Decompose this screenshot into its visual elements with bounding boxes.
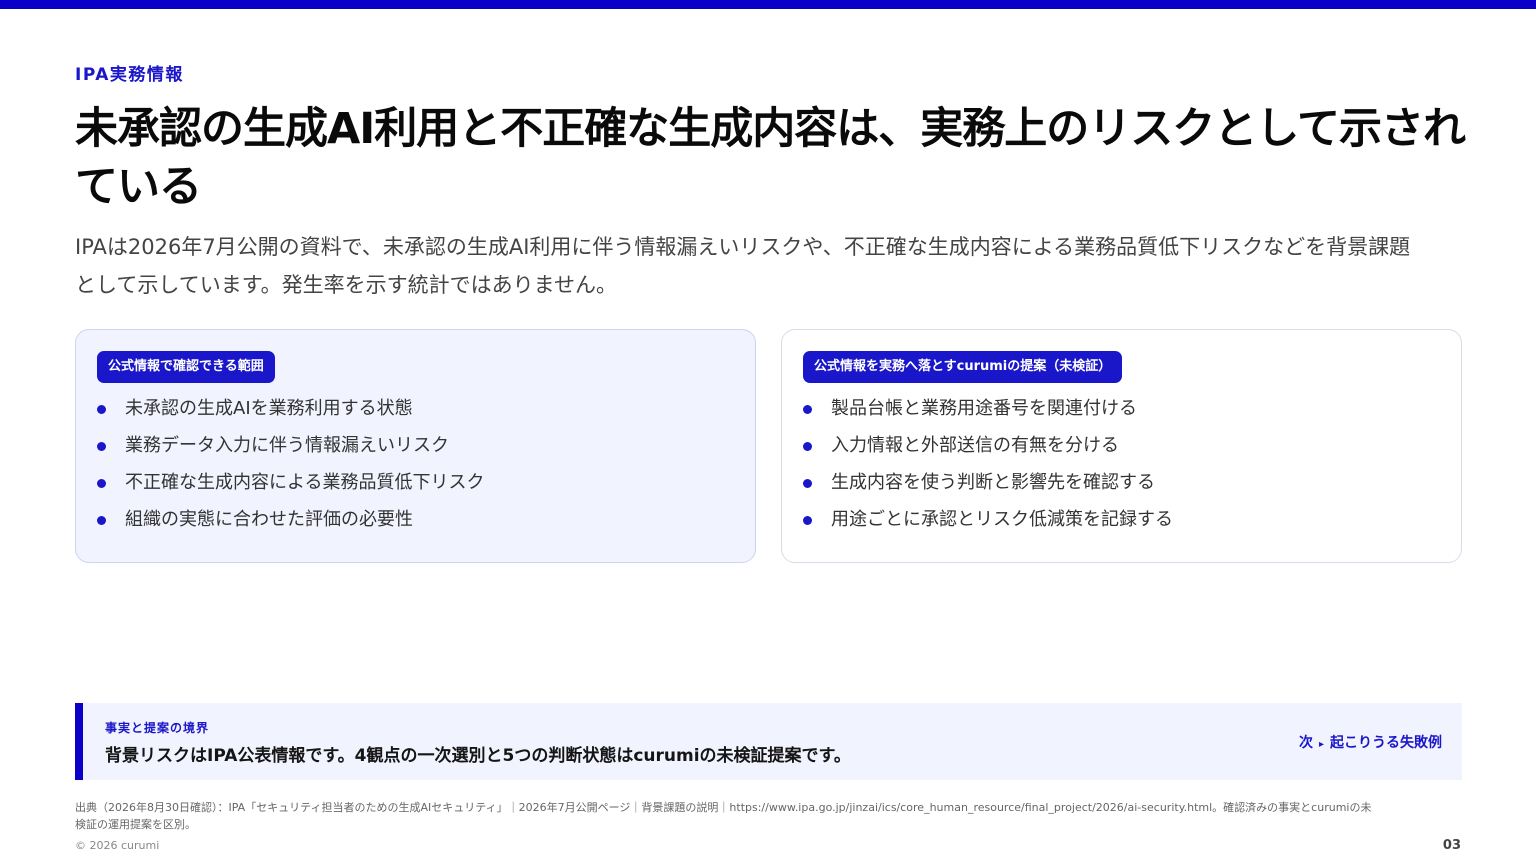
page-number: 03 [1442, 838, 1461, 853]
list-item: 未承認の生成AIを業務利用する状態 [97, 393, 484, 430]
bullet-list: 未承認の生成AIを業務利用する状態 業務データ入力に伴う情報漏えいリスク 不正確… [97, 393, 484, 541]
list-item: 生成内容を使う判断と影響先を確認する [803, 467, 1173, 504]
bullet-dot-icon [97, 479, 106, 488]
list-item: 業務データ入力に伴う情報漏えいリスク [97, 430, 484, 467]
card-badge: 公式情報を実務へ落とすcurumiの提案（未検証） [803, 351, 1123, 383]
card-badge: 公式情報で確認できる範囲 [97, 351, 275, 383]
page-title: 未承認の生成AI利用と不正確な生成内容は、実務上のリスクとして示されている [75, 104, 1466, 212]
bullet-dot-icon [97, 405, 106, 414]
callout-label: 事実と提案の境界 [105, 721, 210, 735]
bullet-dot-icon [97, 442, 106, 451]
list-item: 入力情報と外部送信の有無を分ける [803, 430, 1173, 467]
bullet-list: 製品台帳と業務用途番号を関連付ける 入力情報と外部送信の有無を分ける 生成内容を… [803, 393, 1173, 541]
copyright: © 2026 curumi [75, 839, 160, 852]
bullet-dot-icon [803, 405, 812, 414]
slide: IPA実務情報 未承認の生成AI利用と不正確な生成内容は、実務上のリスクとして示… [0, 0, 1536, 864]
official-scope-card: 公式情報で確認できる範囲 未承認の生成AIを業務利用する状態 業務データ入力に伴… [75, 329, 756, 563]
source-citation: 出典（2026年8月30日確認）：IPA「セキュリティ担当者のための生成AIセキ… [75, 801, 1372, 831]
list-item: 製品台帳と業務用途番号を関連付ける [803, 393, 1173, 430]
lead-paragraph: IPAは2026年7月公開の資料で、未承認の生成AI利用に伴う情報漏えいリスクや… [75, 235, 1411, 297]
eyebrow-label: IPA実務情報 [75, 65, 184, 85]
fact-proposal-callout: 事実と提案の境界 背景リスクはIPA公表情報です。4観点の一次選別と5つの判断状… [75, 703, 1462, 780]
bullet-dot-icon [97, 516, 106, 525]
bullet-dot-icon [803, 479, 812, 488]
list-item: 不正確な生成内容による業務品質低下リスク [97, 467, 484, 504]
bullet-dot-icon [803, 442, 812, 451]
next-section-link[interactable]: 次 ▸ 起こりうる失敗例 [1299, 732, 1442, 752]
next-label: 起こりうる失敗例 [1330, 735, 1442, 751]
next-prefix: 次 [1298, 735, 1313, 751]
callout-text: 背景リスクはIPA公表情報です。4観点の一次選別と5つの判断状態はcurumiの… [105, 746, 851, 766]
curumi-proposal-card: 公式情報を実務へ落とすcurumiの提案（未検証） 製品台帳と業務用途番号を関連… [781, 329, 1462, 563]
bullet-dot-icon [803, 516, 812, 525]
top-accent-bar [0, 0, 1536, 9]
list-item: 組織の実態に合わせた評価の必要性 [97, 504, 484, 541]
triangle-right-icon: ▸ [1318, 739, 1324, 750]
list-item: 用途ごとに承認とリスク低減策を記録する [803, 504, 1173, 541]
